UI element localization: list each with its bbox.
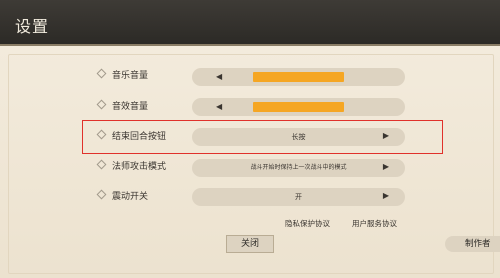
sfx-volume-slider[interactable]: ◀ bbox=[192, 98, 405, 116]
end-turn-button-value: 长按 bbox=[291, 133, 306, 141]
sfx-volume-fill bbox=[253, 102, 344, 112]
vibration-toggle-value: 开 bbox=[295, 193, 302, 201]
music-volume-fill bbox=[253, 72, 344, 82]
diamond-bullet-icon bbox=[96, 68, 107, 79]
diamond-bullet-icon bbox=[96, 129, 107, 140]
end-turn-button-selector[interactable]: 长按 ▶ bbox=[192, 128, 405, 146]
sfx-volume-label: 音效音量 bbox=[96, 99, 148, 113]
music-volume-slider[interactable]: ◀ bbox=[192, 68, 405, 86]
diamond-bullet-icon bbox=[96, 99, 107, 110]
arrow-right-icon[interactable]: ▶ bbox=[383, 191, 389, 200]
diamond-bullet-icon bbox=[96, 189, 107, 200]
vibration-toggle-selector[interactable]: 开 ▶ bbox=[192, 188, 405, 206]
arrow-right-icon[interactable]: ▶ bbox=[383, 131, 389, 140]
page-title: 设置 bbox=[15, 17, 50, 36]
arrow-right-icon[interactable]: ▶ bbox=[383, 162, 389, 171]
arrow-left-icon[interactable]: ◀ bbox=[216, 72, 222, 81]
privacy-policy-link[interactable]: 隐私保护协议 bbox=[285, 218, 330, 229]
close-button[interactable]: 关闭 bbox=[226, 235, 274, 253]
arrow-left-icon[interactable]: ◀ bbox=[216, 102, 222, 111]
diamond-bullet-icon bbox=[96, 159, 107, 170]
vibration-toggle-label: 震动开关 bbox=[96, 189, 148, 203]
mage-attack-mode-selector[interactable]: 战斗开始时保持上一次战斗中的模式 ▶ bbox=[192, 159, 405, 177]
mage-attack-mode-value: 战斗开始时保持上一次战斗中的模式 bbox=[250, 164, 347, 171]
mage-attack-mode-label: 法师攻击模式 bbox=[96, 159, 166, 173]
end-turn-button-label: 结束回合按钮 bbox=[96, 129, 166, 143]
credits-button[interactable]: 制作者 bbox=[445, 236, 500, 252]
terms-of-service-link[interactable]: 用户服务协议 bbox=[352, 218, 397, 229]
header-bar: 设置 bbox=[0, 0, 500, 46]
music-volume-label: 音乐音量 bbox=[96, 68, 148, 82]
